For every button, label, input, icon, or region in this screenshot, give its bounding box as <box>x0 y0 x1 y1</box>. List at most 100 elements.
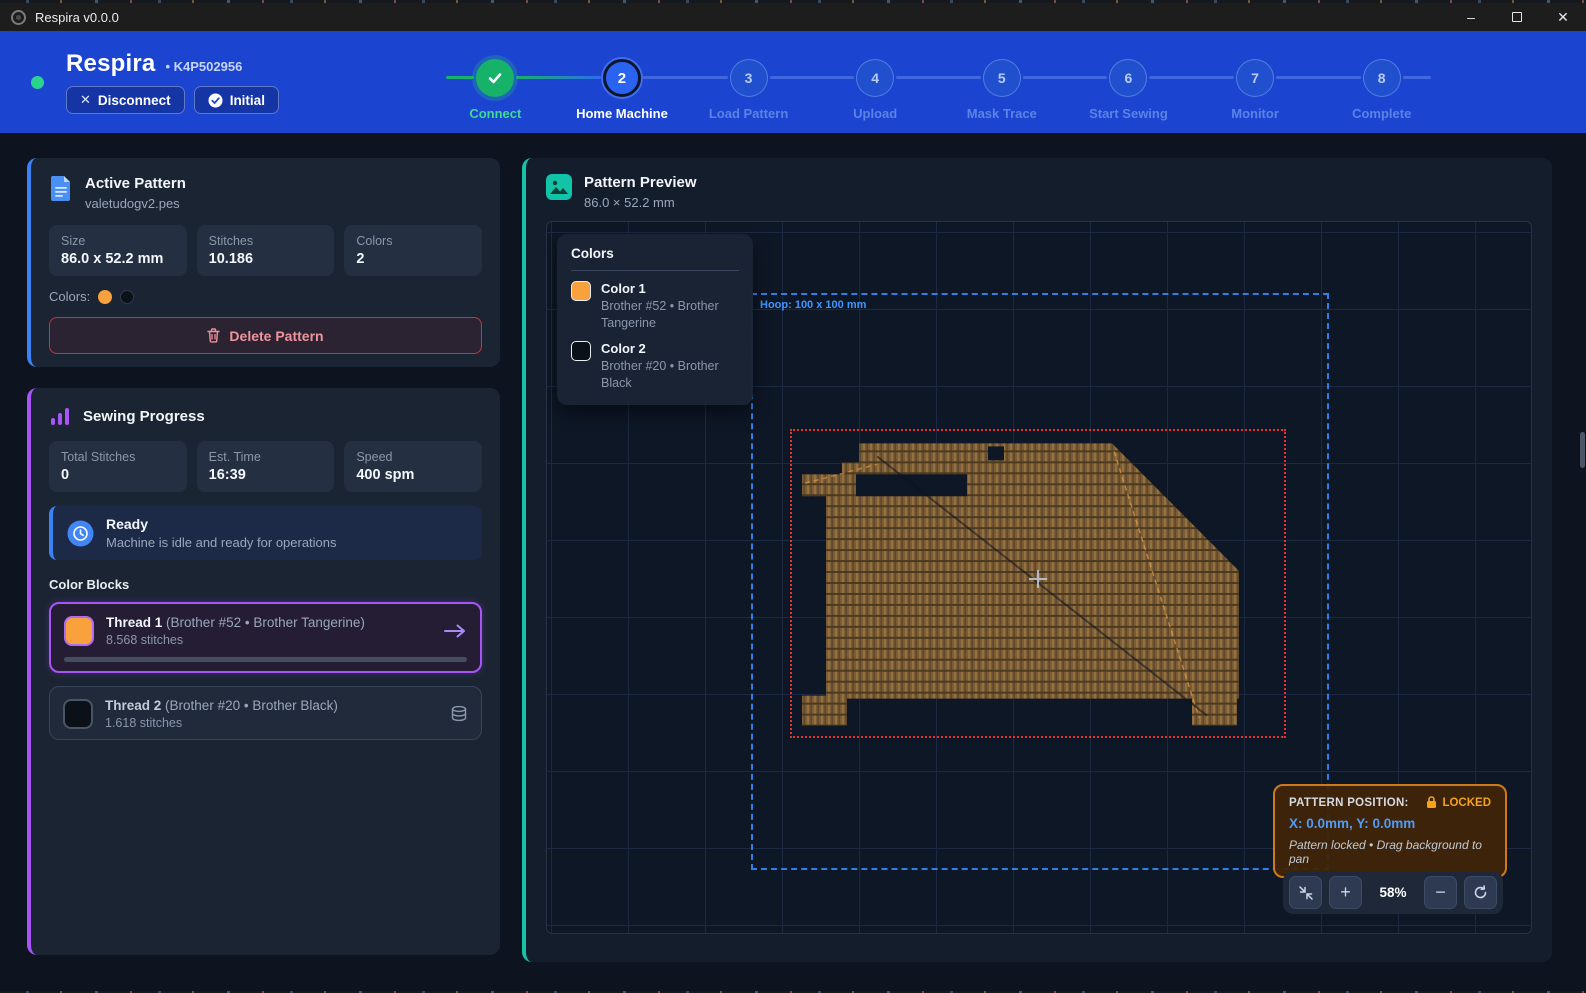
step-start-sewing[interactable]: 6 Start Sewing <box>1065 31 1192 133</box>
stat-value: 2 <box>356 251 470 267</box>
layers-icon <box>450 705 468 723</box>
stat-label: Size <box>61 234 175 248</box>
close-button[interactable]: ✕ <box>1540 3 1586 31</box>
legend-name: Color 1 <box>601 281 739 296</box>
trash-icon <box>207 328 220 343</box>
stat-total-stitches: Total Stitches 0 <box>49 441 187 492</box>
thread-detail: (Brother #20 • Brother Black) <box>165 698 338 713</box>
legend-item-color-2: Color 2 Brother #20 • Brother Black <box>571 341 739 392</box>
thread-2-swatch <box>63 699 93 729</box>
titlebar: Respira v0.0.0 – ✕ <box>0 3 1586 31</box>
step-number: 5 <box>998 70 1006 86</box>
initial-button[interactable]: Initial <box>194 86 279 114</box>
scrollbar-thumb[interactable] <box>1580 432 1585 468</box>
zoom-out-button[interactable]: − <box>1424 876 1457 909</box>
stat-value: 0 <box>61 467 175 483</box>
disconnect-label: Disconnect <box>98 93 171 108</box>
thread-name-bold: Thread 2 <box>105 698 161 713</box>
delete-pattern-label: Delete Pattern <box>229 328 323 344</box>
pattern-coordinates: X: 0.0mm, Y: 0.0mm <box>1289 816 1491 831</box>
initial-label: Initial <box>230 93 265 108</box>
preview-canvas[interactable]: Hoop: 100 x 100 mm <box>546 221 1532 934</box>
step-mask-trace-circle: 5 <box>983 59 1021 97</box>
clock-icon <box>67 520 94 547</box>
stat-est-time: Est. Time 16:39 <box>197 441 335 492</box>
step-load-pattern[interactable]: 3 Load Pattern <box>685 31 812 133</box>
step-connect[interactable]: Connect <box>432 31 559 133</box>
image-icon <box>546 174 572 200</box>
reset-view-button[interactable] <box>1464 876 1497 909</box>
legend-desc: Brother #52 • Brother Tangerine <box>601 298 739 332</box>
legend-divider <box>571 270 739 271</box>
step-load-pattern-circle: 3 <box>730 59 768 97</box>
step-mask-trace[interactable]: 5 Mask Trace <box>939 31 1066 133</box>
minimize-button[interactable]: – <box>1448 3 1494 31</box>
refresh-icon <box>1473 885 1488 900</box>
zoom-level: 58% <box>1369 885 1417 900</box>
step-connect-circle <box>476 59 514 97</box>
bar-chart-icon <box>49 405 71 427</box>
pattern-position-label: PATTERN POSITION: <box>1289 797 1409 809</box>
sewing-progress-title: Sewing Progress <box>83 408 205 425</box>
thread-1-progress-bar <box>64 657 467 662</box>
active-pattern-card: Active Pattern valetudogv2.pes Size 86.0… <box>27 158 500 367</box>
thread-1-block[interactable]: Thread 1 (Brother #52 • Brother Tangerin… <box>49 602 482 673</box>
step-label: Start Sewing <box>1089 106 1168 121</box>
step-complete[interactable]: 8 Complete <box>1318 31 1445 133</box>
thread-2-block[interactable]: Thread 2 (Brother #20 • Brother Black) 1… <box>49 686 482 740</box>
step-upload[interactable]: 4 Upload <box>812 31 939 133</box>
sewing-progress-card: Sewing Progress Total Stitches 0 Est. Ti… <box>27 388 500 955</box>
step-number: 8 <box>1378 70 1386 86</box>
locked-badge: LOCKED <box>1426 796 1491 809</box>
check-circle-icon <box>208 93 223 108</box>
step-label: Monitor <box>1231 106 1279 121</box>
stat-value: 10.186 <box>209 251 323 267</box>
step-start-sewing-circle: 6 <box>1109 59 1147 97</box>
app-name: Respira <box>66 50 155 78</box>
active-pattern-title: Active Pattern <box>85 175 186 192</box>
pattern-position-overlay: PATTERN POSITION: LOCKED X: 0.0mm, Y: 0.… <box>1273 784 1507 878</box>
step-monitor[interactable]: 7 Monitor <box>1192 31 1319 133</box>
pattern-preview-title: Pattern Preview <box>584 174 697 191</box>
step-number: 7 <box>1251 70 1259 86</box>
zoom-controls: + 58% − <box>1283 871 1503 914</box>
stat-label: Est. Time <box>209 450 323 464</box>
locked-text: LOCKED <box>1442 797 1491 809</box>
stat-value: 16:39 <box>209 467 323 483</box>
machine-status-banner: Ready Machine is idle and ready for oper… <box>49 506 482 560</box>
stat-label: Speed <box>356 450 470 464</box>
status-description: Machine is idle and ready for operations <box>106 535 337 550</box>
step-number: 6 <box>1125 70 1133 86</box>
color-blocks-label: Color Blocks <box>49 577 482 592</box>
pattern-filename: valetudogv2.pes <box>85 196 186 211</box>
thread-name-bold: Thread 1 <box>106 615 162 630</box>
stat-colors: Colors 2 <box>344 225 482 276</box>
thread-1-swatch <box>64 616 94 646</box>
color-swatch-orange <box>98 290 112 304</box>
step-label: Complete <box>1352 106 1411 121</box>
stat-label: Colors <box>356 234 470 248</box>
thread-1-stitches: 8.568 stitches <box>106 633 431 647</box>
step-number: 4 <box>871 70 879 86</box>
step-home-machine[interactable]: 2 Home Machine <box>559 31 686 133</box>
zoom-in-button[interactable]: + <box>1329 876 1362 909</box>
legend-title: Colors <box>571 246 739 261</box>
stat-value: 86.0 x 52.2 mm <box>61 251 175 267</box>
color-legend: Colors Color 1 Brother #52 • Brother Tan… <box>557 234 753 405</box>
x-icon: ✕ <box>80 92 91 108</box>
separator: • <box>165 59 170 74</box>
delete-pattern-button[interactable]: Delete Pattern <box>49 317 482 354</box>
thread-detail: (Brother #52 • Brother Tangerine) <box>166 615 365 630</box>
pattern-preview-card: Pattern Preview 86.0 × 52.2 mm Hoop: 100… <box>522 158 1552 962</box>
fit-to-view-button[interactable] <box>1289 876 1322 909</box>
thread-2-name: Thread 2 (Brother #20 • Brother Black) <box>105 698 438 713</box>
disconnect-button[interactable]: ✕ Disconnect <box>66 86 185 114</box>
legend-swatch-orange <box>571 281 591 301</box>
maximize-button[interactable] <box>1494 3 1540 31</box>
step-label: Home Machine <box>576 106 668 121</box>
app-header: Respira • K4P502956 ✕ Disconnect Initial <box>0 31 1586 133</box>
arrow-right-icon <box>443 623 467 639</box>
step-monitor-circle: 7 <box>1236 59 1274 97</box>
window-title: Respira v0.0.0 <box>35 10 119 25</box>
colors-label: Colors: <box>49 289 90 304</box>
